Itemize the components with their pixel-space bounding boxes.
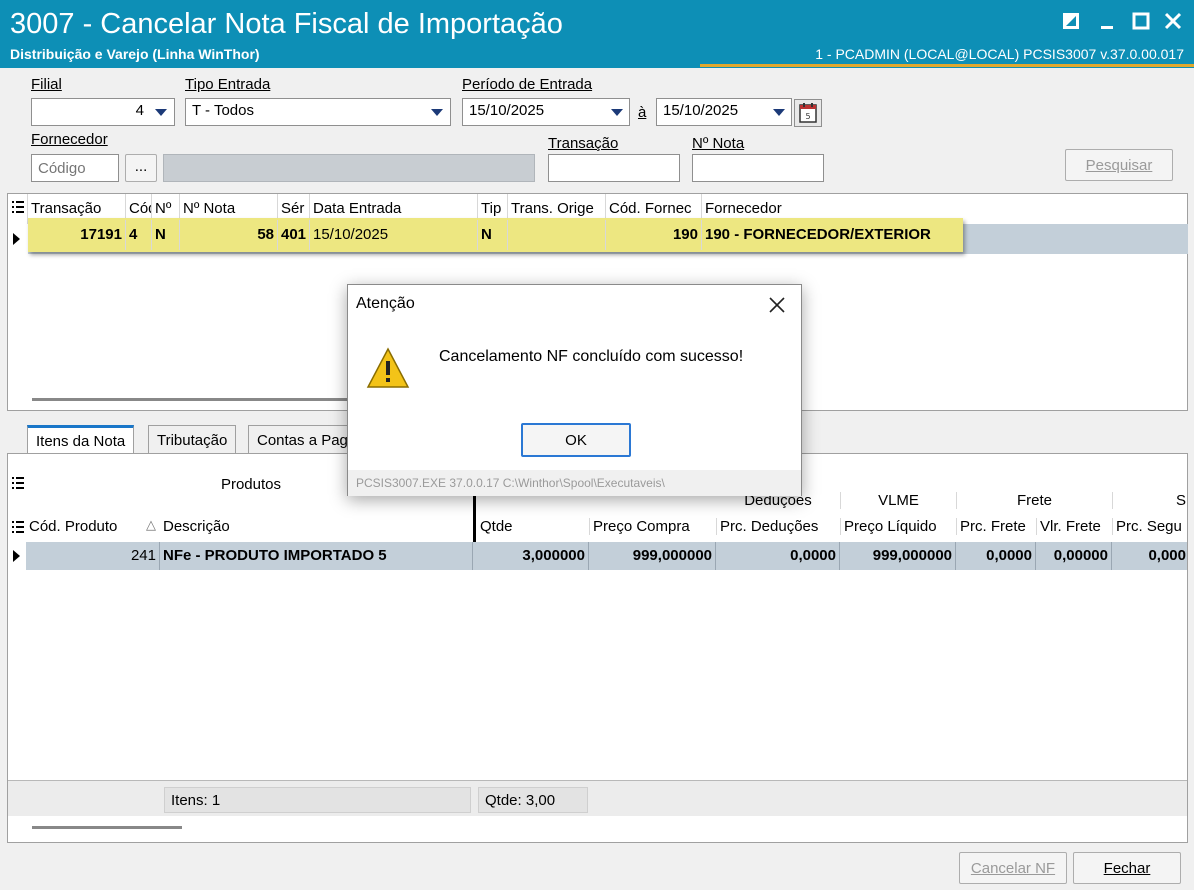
close-icon[interactable] [1160, 8, 1186, 34]
sort-ascending-icon: △ [146, 518, 156, 532]
filial-label: Filial [31, 76, 62, 93]
fornecedor-search-button[interactable]: ... [125, 154, 157, 182]
dialog-footer-path: PCSIS3007.EXE 37.0.0.17 C:\Winthor\Spool… [348, 470, 801, 496]
cell-data-entrada: 15/10/2025 [310, 220, 478, 250]
column-header-cod-produto[interactable]: Cód. Produto △ [26, 518, 160, 535]
cell-prc-frete: 0,0000 [956, 542, 1036, 570]
column-header-prc-deducoes[interactable]: Prc. Deduções [716, 518, 840, 535]
horizontal-scrollbar[interactable] [32, 398, 362, 401]
cell-n: N [152, 220, 180, 250]
periodo-inicio-input[interactable]: 15/10/2025 [462, 98, 630, 126]
cell-prc-seguro: 0,000 [1148, 547, 1186, 564]
dialog-title: Atenção [356, 295, 415, 312]
tipo-entrada-select[interactable]: T - Todos [185, 98, 451, 126]
title-bar: 3007 - Cancelar Nota Fiscal de Importaçã… [0, 0, 1194, 68]
column-chooser-icon[interactable] [12, 476, 24, 494]
alert-dialog: Atenção Cancelamento NF concluído com su… [347, 284, 802, 496]
column-header-preco-liquido[interactable]: Preço Líquido [840, 518, 956, 535]
cell-serie: 401 [278, 220, 310, 250]
transacao-label: Transação [548, 135, 619, 152]
periodo-fim-dropdown-button[interactable] [769, 101, 789, 123]
horizontal-scrollbar[interactable] [32, 826, 182, 829]
group-header-frete: Frete [956, 492, 1112, 509]
cell-trans-origem [508, 220, 606, 250]
minimize-icon[interactable] [1094, 8, 1120, 34]
row-pointer-icon [13, 550, 20, 562]
chevron-down-icon [773, 108, 785, 116]
cell-vlr-frete: 0,00000 [1036, 542, 1112, 570]
svg-text:5: 5 [805, 112, 810, 121]
fornecedor-codigo-input[interactable] [31, 154, 119, 182]
table-row[interactable]: 17191 4 N 58 401 15/10/2025 N 190 190 - … [28, 218, 963, 252]
cell-cod-fornec: 190 [606, 220, 702, 250]
fechar-button[interactable]: Fechar [1073, 852, 1181, 884]
filial-dropdown-button[interactable] [151, 101, 171, 123]
session-info: 1 - PCADMIN (LOCAL@LOCAL) PCSIS3007 v.37… [815, 46, 1184, 62]
group-header-seguro: S [1112, 492, 1187, 509]
cell-descricao: NFe - PRODUTO IMPORTADO 5 [160, 542, 473, 570]
periodo-label: Período de Entrada [462, 76, 593, 93]
cancelar-nf-button[interactable]: Cancelar NF [959, 852, 1067, 884]
column-header-qtde[interactable]: Qtde [477, 518, 589, 535]
pesquisar-button[interactable]: Pesquisar [1065, 149, 1173, 181]
column-header-descricao[interactable]: Descrição [160, 518, 474, 535]
fornecedor-label: Fornecedor [31, 131, 108, 148]
title-accent-line [700, 64, 1194, 67]
footer-itens-count: Itens: 1 [164, 787, 471, 813]
periodo-inicio-dropdown-button[interactable] [607, 101, 627, 123]
cell-cod-produto: 241 [26, 542, 160, 570]
cell-prc-deducoes: 0,0000 [716, 542, 840, 570]
restore-icon[interactable] [1058, 8, 1084, 34]
column-header-prc-seguro[interactable]: Prc. Segu [1112, 518, 1187, 535]
tab-contas-a-pagar[interactable]: Contas a Pagar [248, 425, 360, 453]
column-header-prc-frete[interactable]: Prc. Frete [956, 518, 1036, 535]
cell-transacao: 17191 [28, 220, 126, 250]
cell-preco-liquido: 999,000000 [840, 542, 956, 570]
chevron-down-icon [155, 108, 167, 116]
tipo-entrada-dropdown-button[interactable] [427, 101, 447, 123]
grid-footer: Itens: 1 Qtde: 3,00 [8, 780, 1187, 816]
chevron-down-icon [431, 108, 443, 116]
tab-itens-da-nota[interactable]: Itens da Nota [27, 425, 135, 453]
column-chooser-icon[interactable] [8, 194, 28, 224]
column-chooser-icon[interactable] [12, 520, 24, 538]
ok-button[interactable]: OK [521, 423, 631, 457]
warning-icon [366, 347, 410, 393]
window-subtitle: Distribuição e Varejo (Linha WinThor) [10, 46, 260, 62]
close-icon[interactable] [767, 289, 787, 321]
group-header-vlme: VLME [840, 492, 956, 509]
tipo-entrada-label: Tipo Entrada [185, 76, 271, 93]
tab-tributacao[interactable]: Tributação [148, 425, 237, 453]
cell-fornecedor: 190 - FORNECEDOR/EXTERIOR [705, 226, 931, 243]
cell-nota: 58 [180, 220, 278, 250]
maximize-icon[interactable] [1128, 8, 1154, 34]
fornecedor-nome-field [163, 154, 535, 182]
transacao-input[interactable] [548, 154, 680, 182]
cell-tipo: N [478, 220, 508, 250]
chevron-down-icon [611, 108, 623, 116]
column-header-preco-compra[interactable]: Preço Compra [589, 518, 716, 535]
itens-grid[interactable]: Produtos Deduções VLME Frete S Cód. Prod… [7, 453, 1188, 843]
nota-input[interactable] [692, 154, 824, 182]
periodo-separator: à [638, 104, 647, 121]
cell-preco-compra: 999,000000 [589, 542, 716, 570]
nota-label: Nº Nota [692, 135, 745, 152]
dialog-message: Cancelamento NF concluído com sucesso! [439, 348, 744, 365]
row-pointer-icon [13, 233, 20, 245]
cell-cod: 4 [126, 220, 152, 250]
column-header-vlr-frete[interactable]: Vlr. Frete [1036, 518, 1112, 535]
footer-qtde-total: Qtde: 3,00 [478, 787, 588, 813]
cell-qtde: 3,000000 [477, 542, 589, 570]
calendar-icon[interactable]: 5 [794, 99, 822, 127]
window-title: 3007 - Cancelar Nota Fiscal de Importaçã… [10, 8, 563, 40]
